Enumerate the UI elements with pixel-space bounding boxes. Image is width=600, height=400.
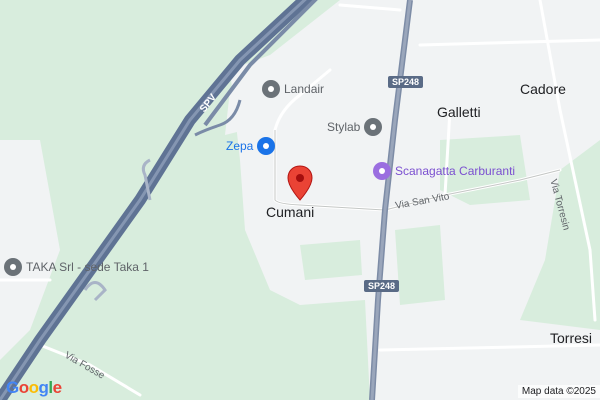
shopping-bag-icon <box>257 137 276 155</box>
place-label-cadore: Cadore <box>520 81 566 97</box>
logo-letter: o <box>28 378 39 397</box>
poi-scanagatta-carburanti[interactable]: Scanagatta Carburanti <box>373 162 515 180</box>
poi-label: Landair <box>284 82 325 96</box>
place-pin-icon <box>4 258 22 276</box>
green-area <box>395 225 445 305</box>
logo-letter: o <box>18 378 29 397</box>
poi-label: Scanagatta Carburanti <box>395 164 516 178</box>
logo-letter: e <box>52 378 62 397</box>
place-pin-icon <box>364 118 383 136</box>
place-label-cumani: Cumani <box>266 204 315 220</box>
poi-landair[interactable]: Landair <box>262 80 324 98</box>
poi-zepa[interactable]: Zepa <box>226 137 276 155</box>
place-label-torresi: Torresi <box>550 330 593 346</box>
map-canvas[interactable]: Cumani Galletti Cadore Torresi Landair S… <box>0 0 600 400</box>
logo-letter: G <box>6 378 19 397</box>
highway-ramp <box>83 281 107 302</box>
green-area <box>300 240 362 280</box>
poi-label: Zepa <box>226 139 254 153</box>
road-shield-sp248: SP248 <box>364 280 400 292</box>
place-label-galletti: Galletti <box>437 104 481 120</box>
location-marker-icon[interactable] <box>287 165 313 201</box>
poi-label: TAKA Srl - sede Taka 1 <box>26 260 149 274</box>
poi-stylab[interactable]: Stylab <box>327 118 383 136</box>
map-attribution[interactable]: Map data ©2025 <box>517 385 600 398</box>
poi-taka-srl[interactable]: TAKA Srl - sede Taka 1 <box>4 258 149 276</box>
logo-letter: g <box>38 378 49 397</box>
google-logo: Google <box>6 378 62 398</box>
fuel-station-icon <box>373 162 391 180</box>
poi-label: Stylab <box>327 120 361 134</box>
place-pin-icon <box>262 80 280 98</box>
road-shield-sp248: SP248 <box>388 76 424 88</box>
